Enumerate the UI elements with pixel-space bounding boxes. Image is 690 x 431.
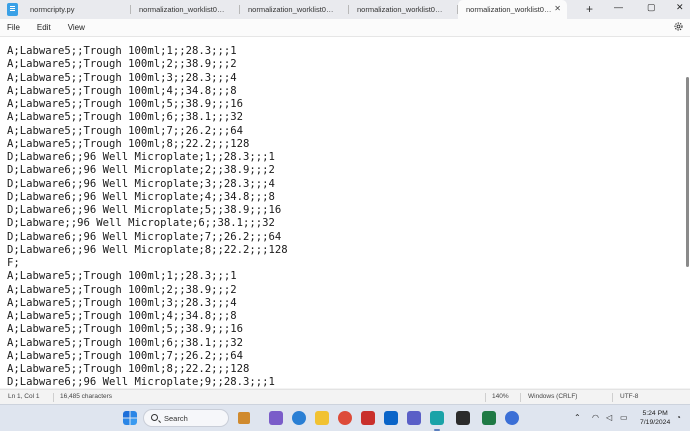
- zoom-app-icon[interactable]: [505, 411, 519, 425]
- tab-label: normalization_worklist07.gwl: [357, 5, 445, 14]
- editor-line: A;Labware5;;Trough 100ml;4;;34.8;;;8: [7, 84, 237, 97]
- excel-icon[interactable]: [482, 411, 496, 425]
- menu-edit[interactable]: Edit: [37, 23, 51, 32]
- maximize-button[interactable]: ▢: [647, 2, 656, 13]
- editor-line: D;Labware6;;96 Well Microplate;4;;34.8;;…: [7, 190, 275, 203]
- character-count: 16,485 characters: [60, 393, 113, 400]
- editor-content[interactable]: A;Labware5;;Trough 100ml;1;;28.3;;;1 A;La…: [7, 45, 288, 388]
- text-editor[interactable]: A;Labware5;;Trough 100ml;1;;28.3;;;1 A;La…: [0, 36, 690, 388]
- terminal-icon[interactable]: [456, 411, 470, 425]
- search-label: Search: [164, 414, 188, 423]
- editor-line: A;Labware5;;Trough 100ml;3;;28.3;;;4: [7, 71, 237, 84]
- new-tab-button[interactable]: +: [586, 2, 593, 16]
- tab-close-icon[interactable]: ✕: [554, 4, 561, 13]
- windows-start-icon[interactable]: [123, 411, 137, 425]
- tab-1[interactable]: normalization_worklist07.gwl: [131, 0, 240, 19]
- editor-line: D;Labware6;;96 Well Microplate;8;;22.2;;…: [7, 243, 288, 256]
- editor-line: D;Labware;;96 Well Microplate;6;;38.1;;;…: [7, 217, 275, 230]
- status-bar: Ln 1, Col 1 16,485 characters 140% Windo…: [0, 389, 690, 404]
- outlook-icon[interactable]: [384, 411, 398, 425]
- tab-2[interactable]: normalization_worklist07.gwl: [240, 0, 349, 19]
- editor-line: D;Labware6;;96 Well Microplate;9;;28.3;;…: [7, 376, 275, 388]
- editor-line: A;Labware5;;Trough 100ml;7;;26.2;;;64: [7, 124, 243, 137]
- tab-label: normalization_worklist07.gv: [466, 5, 554, 14]
- editor-line: A;Labware5;;Trough 100ml;6;;38.1;;;32: [7, 336, 243, 349]
- editor-line: F;: [7, 257, 20, 269]
- editor-line: A;Labware5;;Trough 100ml;5;;38.9;;;16: [7, 98, 243, 110]
- editor-line: A;Labware5;;Trough 100ml;7;;26.2;;;64: [7, 349, 243, 362]
- editor-line: A;Labware5;;Trough 100ml;4;;34.8;;;8: [7, 310, 237, 322]
- title-bar: normcripty.py normalization_worklist07.gw…: [0, 0, 690, 19]
- settings-gear-icon[interactable]: [673, 21, 684, 32]
- volume-icon[interactable]: ◁: [606, 413, 612, 422]
- chrome-icon[interactable]: [338, 411, 352, 425]
- editor-line: D;Labware6;;96 Well Microplate;7;;26.2;;…: [7, 230, 282, 243]
- editor-line: A;Labware5;;Trough 100ml;8;;22.2;;;128: [7, 137, 250, 150]
- battery-icon[interactable]: ▭: [620, 413, 628, 422]
- editor-line: A;Labware5;;Trough 100ml;6;;38.1;;;32: [7, 111, 243, 124]
- tab-3[interactable]: normalization_worklist07.gwl: [349, 0, 458, 19]
- notepad-app-icon: [7, 3, 18, 16]
- system-clock[interactable]: 5:24 PM 7/19/2024: [640, 409, 670, 427]
- clock-date: 7/19/2024: [640, 419, 671, 426]
- menu-file[interactable]: File: [7, 23, 20, 32]
- editor-line: A;Labware5;;Trough 100ml;8;;22.2;;;128: [7, 363, 250, 375]
- editor-line: D;Labware6;;96 Well Microplate;1;;28.3;;…: [7, 151, 275, 163]
- editor-line: A;Labware5;;Trough 100ml;2;;38.9;;;2: [7, 58, 237, 71]
- vertical-scrollbar[interactable]: [686, 77, 689, 267]
- editor-line: D;Labware6;;96 Well Microplate;2;;38.9;;…: [7, 164, 275, 177]
- cursor-position: Ln 1, Col 1: [8, 393, 40, 400]
- tab-label: normalization_worklist07.gwl: [139, 5, 227, 14]
- close-button[interactable]: ✕: [676, 2, 684, 13]
- zoom-level: 140%: [492, 393, 509, 400]
- file-explorer-icon[interactable]: [315, 411, 329, 425]
- tab-strip: normcripty.py normalization_worklist07.gw…: [22, 0, 567, 19]
- task-view-icon[interactable]: [269, 411, 283, 425]
- pdf-reader-icon[interactable]: [361, 411, 375, 425]
- editor-line: A;Labware5;;Trough 100ml;1;;28.3;;;1: [7, 45, 237, 57]
- tab-label: normalization_worklist07.gwl: [248, 5, 336, 14]
- notepad-taskbar-icon[interactable]: [430, 411, 444, 425]
- editor-line: A;Labware5;;Trough 100ml;5;;38.9;;;16: [7, 323, 243, 336]
- editor-line: A;Labware5;;Trough 100ml;1;;28.3;;;1: [7, 270, 237, 283]
- chevron-up-icon[interactable]: ⌃: [574, 413, 581, 422]
- editor-line: D;Labware6;;96 Well Microplate;5;;38.9;;…: [7, 204, 282, 216]
- search-icon: [151, 414, 158, 421]
- encoding: UTF-8: [620, 393, 639, 400]
- tab-label: normcripty.py: [30, 5, 75, 14]
- taskbar: Search ⌃ ◠ ◁ ▭ 5:24 PM 7/19/2024 ◔: [0, 404, 690, 431]
- tab-0[interactable]: normcripty.py: [22, 0, 131, 19]
- editor-line: A;Labware5;;Trough 100ml;3;;28.3;;;4: [7, 296, 237, 309]
- minimize-button[interactable]: —: [614, 2, 623, 12]
- menu-bar: File Edit View: [0, 19, 690, 36]
- line-ending: Windows (CRLF): [528, 393, 578, 400]
- edge-browser-icon[interactable]: [292, 411, 306, 425]
- search-highlight-icon: [238, 412, 250, 424]
- editor-line: A;Labware5;;Trough 100ml;2;;38.9;;;2: [7, 283, 237, 296]
- taskbar-search[interactable]: Search: [143, 409, 250, 427]
- editor-line: D;Labware6;;96 Well Microplate;3;;28.3;;…: [7, 177, 275, 190]
- wifi-icon[interactable]: ◠: [592, 413, 599, 422]
- teams-icon[interactable]: [407, 411, 421, 425]
- menu-view[interactable]: View: [68, 23, 85, 32]
- clock-time: 5:24 PM: [642, 410, 668, 417]
- tab-4[interactable]: normalization_worklist07.gv ✕: [458, 0, 567, 19]
- notification-bell-icon[interactable]: ◔: [676, 413, 681, 422]
